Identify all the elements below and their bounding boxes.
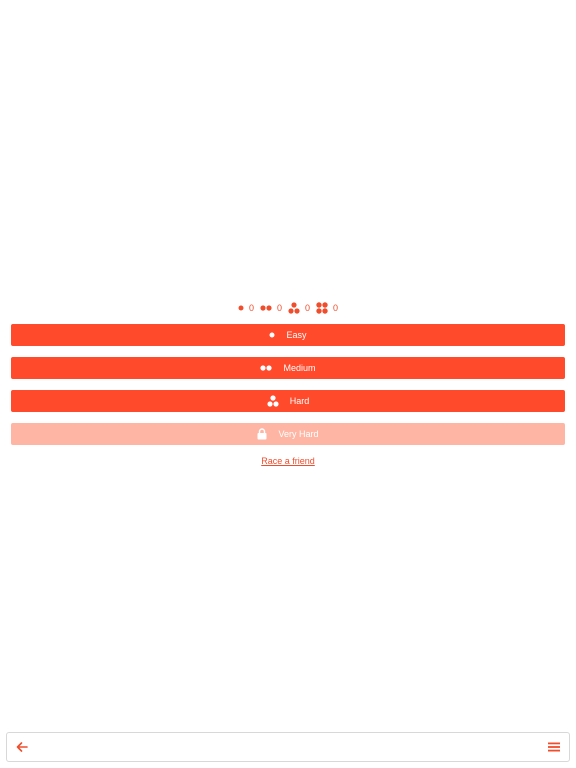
score-very-hard-count: 0 [333, 302, 339, 313]
one-dot-icon [238, 305, 244, 311]
hard-button-label: Hard [289, 395, 310, 406]
very-hard-button-label: Very Hard [278, 428, 319, 439]
hard-button[interactable]: Hard [11, 390, 565, 412]
very-hard-button[interactable]: Very Hard [11, 423, 565, 445]
four-dots-icon [316, 302, 328, 314]
back-button[interactable] [7, 733, 37, 761]
score-easy-count: 0 [248, 302, 254, 313]
bottom-toolbar [6, 732, 570, 762]
two-dots-icon [260, 305, 272, 311]
score-hard-count: 0 [305, 302, 311, 313]
easy-button[interactable]: Easy [11, 324, 565, 346]
score-very-hard: 0 [316, 302, 338, 314]
score-hard: 0 [288, 302, 310, 314]
one-dot-icon [269, 332, 275, 338]
medium-button[interactable]: Medium [11, 357, 565, 379]
easy-button-label: Easy [286, 329, 307, 340]
back-arrow-icon [16, 742, 28, 752]
medium-button-label: Medium [283, 362, 316, 373]
score-easy: 0 [238, 302, 254, 313]
hamburger-menu-icon [548, 742, 560, 752]
three-dots-icon [288, 302, 300, 314]
score-medium-count: 0 [276, 302, 282, 313]
three-dots-icon [267, 395, 279, 407]
score-medium: 0 [260, 302, 282, 313]
race-a-friend-link[interactable]: Race a friend [0, 455, 576, 467]
level-select-screen: 0 0 0 0 Easy Medium Hard Very Hard Race … [0, 0, 576, 768]
lock-icon [257, 428, 267, 440]
menu-button[interactable] [539, 733, 569, 761]
two-dots-icon [260, 365, 273, 371]
score-summary: 0 0 0 0 [0, 300, 576, 316]
